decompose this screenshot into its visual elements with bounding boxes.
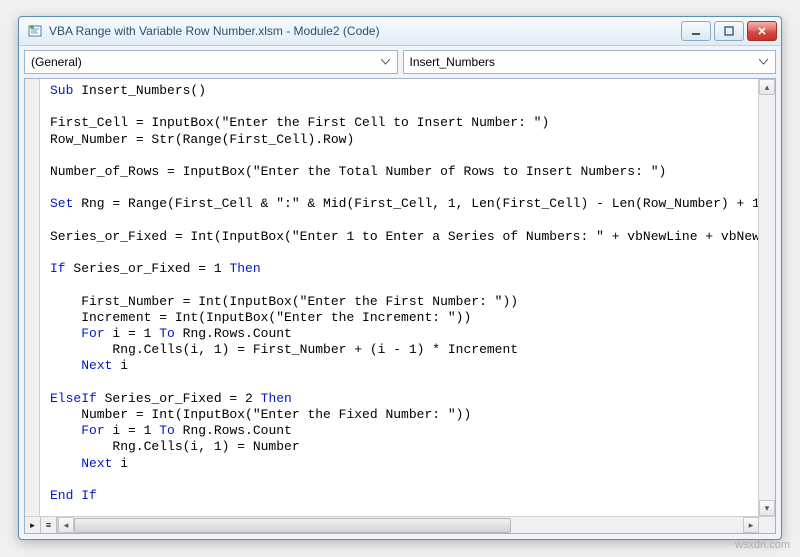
code-editor[interactable]: Sub Insert_Numbers() First_Cell = InputB… bbox=[40, 79, 758, 516]
dropdown-row: (General) Insert_Numbers bbox=[19, 46, 781, 78]
scroll-down-button[interactable]: ▾ bbox=[759, 500, 775, 516]
procedure-dropdown-value: Insert_Numbers bbox=[410, 55, 495, 69]
object-dropdown-value: (General) bbox=[31, 55, 82, 69]
close-button[interactable] bbox=[747, 21, 777, 41]
titlebar[interactable]: VBA Range with Variable Row Number.xlsm … bbox=[19, 17, 781, 46]
scrollbar-corner bbox=[759, 517, 775, 533]
chevron-down-icon bbox=[378, 55, 393, 70]
hscroll-thumb[interactable] bbox=[74, 518, 511, 533]
procedure-view-toggle[interactable]: ▸ bbox=[25, 517, 41, 533]
window-controls bbox=[681, 21, 777, 41]
window-title: VBA Range with Variable Row Number.xlsm … bbox=[49, 24, 681, 38]
scroll-right-button[interactable]: ▸ bbox=[743, 517, 759, 533]
margin-gutter[interactable] bbox=[25, 79, 40, 516]
code-frame: Sub Insert_Numbers() First_Cell = InputB… bbox=[24, 78, 776, 534]
scroll-up-button[interactable]: ▴ bbox=[759, 79, 775, 95]
code-window: VBA Range with Variable Row Number.xlsm … bbox=[18, 16, 782, 540]
full-module-view-toggle[interactable]: ≡ bbox=[41, 517, 57, 533]
minimize-button[interactable] bbox=[681, 21, 711, 41]
object-dropdown[interactable]: (General) bbox=[24, 50, 398, 74]
watermark: wsxdn.com bbox=[735, 539, 790, 551]
hscroll-track[interactable] bbox=[74, 517, 743, 533]
vertical-scrollbar[interactable]: ▴ ▾ bbox=[758, 79, 775, 516]
scroll-left-button[interactable]: ◂ bbox=[58, 517, 74, 533]
chevron-down-icon bbox=[756, 55, 771, 70]
vscroll-track[interactable] bbox=[759, 95, 775, 500]
view-toggles: ▸ ≡ bbox=[25, 517, 58, 533]
vba-module-icon bbox=[27, 23, 43, 39]
horizontal-scrollbar-row: ▸ ≡ ◂ ▸ bbox=[25, 516, 775, 533]
maximize-button[interactable] bbox=[714, 21, 744, 41]
code-body: Sub Insert_Numbers() First_Cell = InputB… bbox=[25, 79, 775, 516]
procedure-dropdown[interactable]: Insert_Numbers bbox=[403, 50, 777, 74]
